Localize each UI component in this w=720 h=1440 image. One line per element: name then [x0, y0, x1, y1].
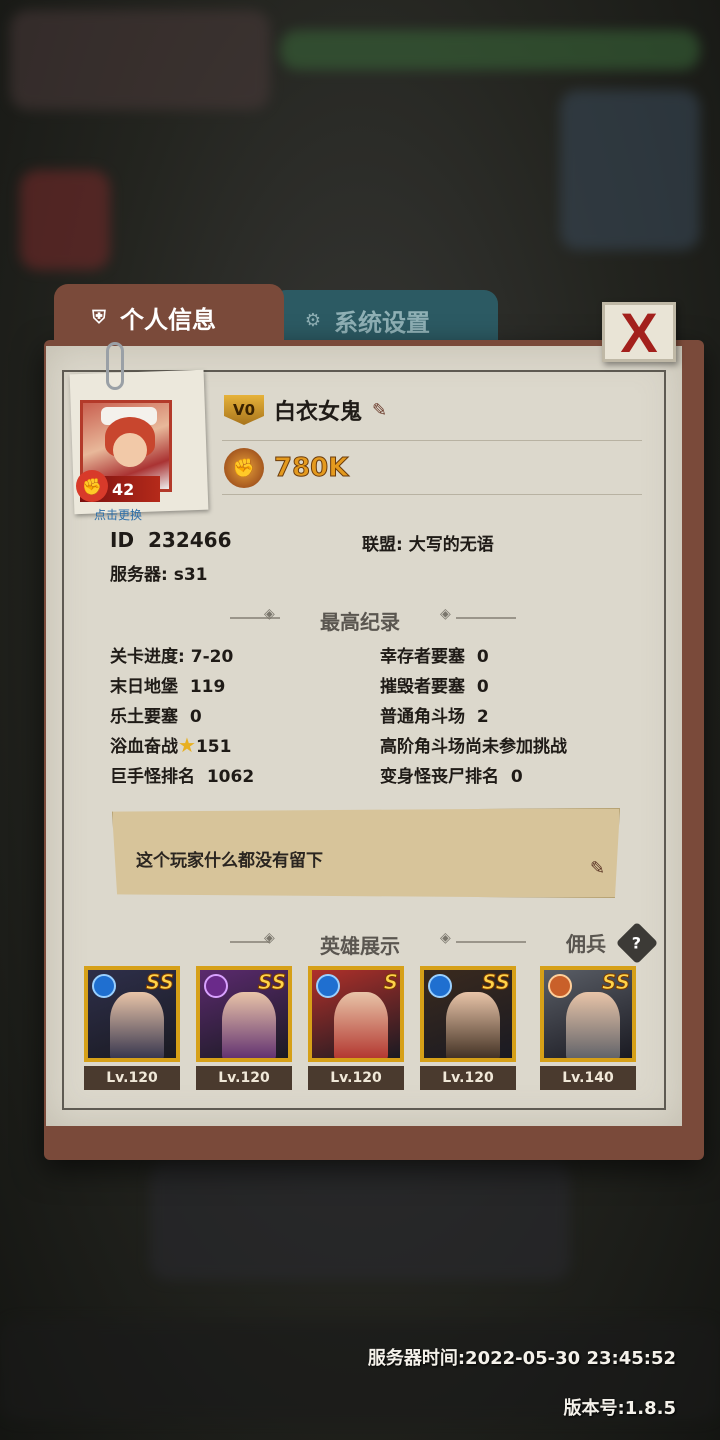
element-icon [316, 974, 340, 998]
record-stage-progress: 关卡进度: 7-20 [110, 647, 234, 667]
tab-label: 系统设置 [334, 308, 430, 337]
hero-grade: SS [481, 970, 510, 995]
record-zombie-rank: 变身怪丧尸排名 0 [380, 767, 523, 787]
mercenary-card[interactable]: SS [540, 966, 636, 1062]
mercenary-label: 佣兵 [566, 932, 606, 956]
star-icon: ★ [178, 733, 196, 757]
hero-grade: SS [145, 970, 174, 995]
server-info: 服务器: s31 [110, 565, 208, 585]
badge-icon: ⛨ [92, 306, 106, 328]
diamond-icon: ◈ [440, 606, 451, 622]
background-scene [10, 10, 270, 110]
hero-grade: SS [601, 970, 630, 995]
background-scene [560, 90, 700, 250]
power-row: ✊ 780K [224, 448, 349, 488]
hero-grade: SS [257, 970, 286, 995]
combat-power: 780K [273, 453, 349, 484]
background-scene [280, 30, 700, 70]
element-icon [548, 974, 572, 998]
vip-badge: V0 [224, 395, 264, 425]
divider [222, 440, 642, 441]
record-bloody-battle: 浴血奋战★151 [110, 733, 232, 757]
player-level: 42 [112, 479, 135, 499]
hero-card[interactable]: SS [84, 966, 180, 1062]
change-avatar-link[interactable]: 点击更换 [94, 506, 142, 523]
element-icon [428, 974, 452, 998]
heroes-title: 英雄展示 [320, 934, 400, 958]
paperclip-icon [106, 342, 124, 390]
edit-name-icon[interactable]: ✎ [372, 400, 387, 421]
hero-card[interactable]: S [308, 966, 404, 1062]
element-icon [204, 974, 228, 998]
record-advanced-arena: 高阶角斗场尚未参加挑战 [380, 737, 567, 757]
record-normal-arena: 普通角斗场 2 [380, 707, 489, 727]
close-button[interactable]: X [602, 300, 676, 364]
hero-grade: S [383, 970, 398, 995]
background-scene [150, 1160, 570, 1280]
hero-level: Lv.120 [308, 1066, 404, 1090]
version-number: 版本号:1.8.5 [563, 1398, 676, 1419]
section-divider [456, 941, 526, 943]
hero-card[interactable]: SS [420, 966, 516, 1062]
records-title: 最高纪录 [320, 610, 400, 634]
record-doomsday-bunker: 末日地堡 119 [110, 677, 226, 697]
name-row: V0 白衣女鬼 ✎ [224, 394, 387, 426]
divider [222, 494, 642, 495]
section-divider [456, 617, 516, 619]
tab-label: 个人信息 [120, 305, 216, 334]
tab-personal-info[interactable]: ⛨ 个人信息 [54, 284, 284, 350]
element-icon [92, 974, 116, 998]
record-paradise-fortress: 乐土要塞 0 [110, 707, 202, 727]
edit-message-icon[interactable]: ✎ [590, 858, 605, 879]
diamond-icon: ◈ [440, 930, 451, 946]
hero-card[interactable]: SS [196, 966, 292, 1062]
close-icon: X [620, 300, 658, 364]
server-time: 服务器时间:2022-05-30 23:45:52 [367, 1348, 676, 1369]
player-message: 这个玩家什么都没有留下 [136, 851, 323, 871]
mercenary-level: Lv.140 [540, 1066, 636, 1090]
player-name: 白衣女鬼 [274, 400, 363, 425]
power-fist-icon: ✊ [224, 448, 264, 488]
record-destroyer-fortress: 摧毁者要塞 0 [380, 677, 489, 697]
alliance-info[interactable]: 联盟: 大写的无语 [362, 530, 494, 555]
background-scene [20, 170, 110, 270]
record-giant-rank: 巨手怪排名 1062 [110, 767, 255, 787]
hero-level: Lv.120 [420, 1066, 516, 1090]
fist-icon: ✊ [76, 470, 108, 502]
hero-level: Lv.120 [196, 1066, 292, 1090]
record-survivor-fortress: 幸存者要塞 0 [380, 647, 489, 667]
hero-level: Lv.120 [84, 1066, 180, 1090]
player-id: ID 232466 [110, 528, 232, 552]
gear-icon: ⚙ [304, 309, 322, 331]
